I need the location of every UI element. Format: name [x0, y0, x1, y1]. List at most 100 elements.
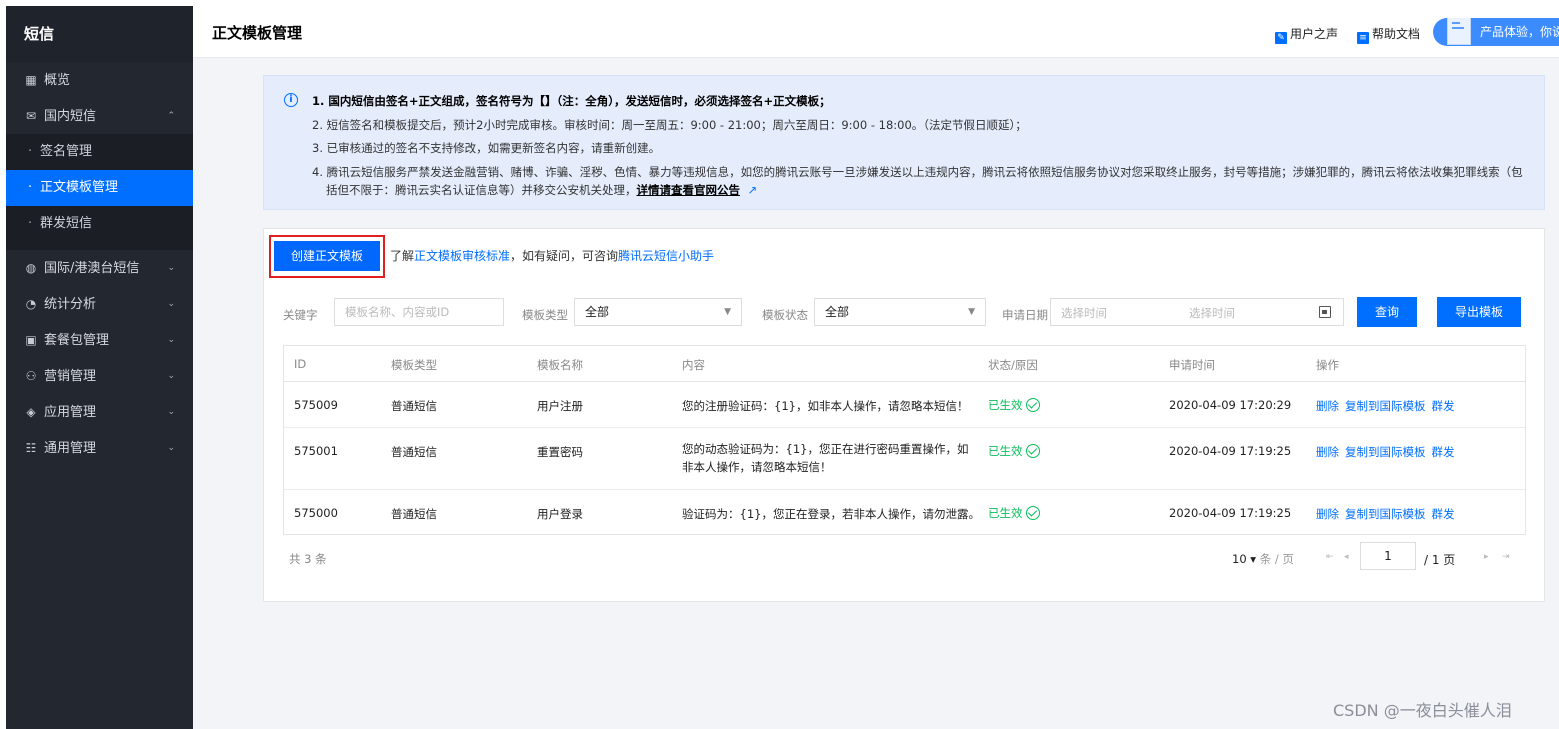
bulk-send-link[interactable]: 群发	[1432, 445, 1455, 459]
prev-page-icon[interactable]: ◂	[1344, 544, 1349, 570]
cell-name: 用户登录	[537, 507, 583, 521]
th-type: 模板类型	[391, 358, 437, 372]
table-header: ID 模板类型 模板名称 内容 状态/原因 申请时间 操作	[284, 346, 1525, 382]
chevron-down-icon: ⌄	[167, 407, 175, 417]
th-time: 申请时间	[1169, 358, 1215, 372]
sidebar-item-apps[interactable]: ◈ 应用管理 ⌄	[6, 394, 193, 430]
th-content: 内容	[682, 358, 705, 372]
info-icon: i	[284, 93, 298, 107]
page-title: 正文模板管理	[212, 24, 303, 42]
template-panel: 创建正文模板 了解正文模板审核标准，如有疑问，可咨询腾讯云短信小助手 关键字 模…	[263, 228, 1545, 602]
cell-actions: 删除 复制到国际模板 群发	[1316, 398, 1461, 414]
users-icon: ⚇	[25, 369, 37, 383]
page-size-select[interactable]: 10 ▾ 条 / 页	[1232, 551, 1294, 567]
help-docs-label: 帮助文档	[1372, 27, 1421, 41]
sidebar-title: 短信	[6, 6, 193, 62]
copy-to-intl-link[interactable]: 复制到国际模板	[1345, 445, 1426, 459]
settings-list-icon: ☷	[25, 441, 37, 455]
status-badge: 已生效	[988, 505, 1040, 521]
bulk-send-link[interactable]: 群发	[1432, 399, 1455, 413]
cell-name: 用户注册	[537, 399, 583, 413]
cell-time: 2020-04-09 17:19:25	[1169, 444, 1292, 458]
sidebar-item-label: 国内短信	[44, 109, 97, 124]
feedback-banner[interactable]: 产品体验，你说	[1433, 18, 1559, 46]
cell-id: 575000	[294, 506, 338, 520]
review-standard-link[interactable]: 正文模板审核标准	[414, 249, 510, 263]
date-end[interactable]: 选择时间	[1189, 305, 1235, 321]
sidebar-item-international-sms[interactable]: ◍ 国际/港澳台短信 ⌄	[6, 250, 193, 286]
check-circle-icon	[1025, 398, 1040, 412]
sidebar-item-template[interactable]: · 正文模板管理	[6, 170, 193, 206]
sidebar-item-label: 应用管理	[44, 405, 97, 420]
chevron-down-icon: ⌄	[167, 299, 175, 309]
status-select[interactable]: 全部 ▼	[814, 298, 986, 326]
sidebar-item-bulk-sms[interactable]: · 群发短信	[6, 206, 193, 242]
delete-link[interactable]: 删除	[1316, 507, 1339, 521]
sidebar-item-label: 正文模板管理	[40, 180, 119, 195]
sidebar: 短信 ▦ 概览 ✉ 国内短信 ⌃ · 签名管理 · 正文模板管理 · 群发短信 ◍ 国际/港…	[6, 6, 193, 729]
hint-pre: 了解	[390, 249, 415, 263]
sidebar-item-general[interactable]: ☷ 通用管理 ⌄	[6, 430, 193, 466]
last-page-icon[interactable]: ⇥	[1502, 544, 1510, 570]
check-circle-icon	[1025, 506, 1040, 520]
user-voice-link[interactable]: ✎ 用户之声	[1275, 25, 1338, 44]
cell-type: 普通短信	[391, 399, 437, 413]
export-button[interactable]: 导出模板	[1437, 297, 1521, 327]
page-number-input[interactable]: 1	[1360, 542, 1416, 570]
next-page-icon[interactable]: ▸	[1484, 544, 1489, 570]
copy-to-intl-link[interactable]: 复制到国际模板	[1345, 507, 1426, 521]
delete-link[interactable]: 删除	[1316, 399, 1339, 413]
sidebar-item-label: 国际/港澳台短信	[44, 261, 140, 276]
chevron-down-icon: ⌄	[167, 371, 175, 381]
hint-text: 了解正文模板审核标准，如有疑问，可咨询腾讯云短信小助手	[390, 247, 714, 264]
status-select-value: 全部	[825, 305, 850, 319]
first-page-icon[interactable]: ⇤	[1326, 544, 1334, 570]
watermark: CSDN @一夜白头催人泪	[1333, 701, 1512, 720]
table-row: 575001 普通短信 重置密码 您的动态验证码为：{1}，您正在进行密码重置操…	[284, 429, 1525, 490]
package-icon: ▣	[25, 333, 37, 347]
sidebar-item-marketing[interactable]: ⚇ 营销管理 ⌄	[6, 358, 193, 394]
help-docs-link[interactable]: ≡ 帮助文档	[1357, 25, 1420, 44]
sidebar-item-domestic-sms[interactable]: ✉ 国内短信 ⌃	[6, 98, 193, 134]
cell-actions: 删除 复制到国际模板 群发	[1316, 444, 1461, 460]
sidebar-item-packages[interactable]: ▣ 套餐包管理 ⌄	[6, 322, 193, 358]
calendar-icon[interactable]	[1319, 306, 1331, 318]
external-link-icon: ↗	[747, 183, 758, 197]
feedback-banner-label: 产品体验，你说	[1480, 25, 1559, 39]
cell-content: 您的注册验证码：{1}，如非本人操作，请忽略本短信！	[682, 399, 969, 413]
globe-icon: ◍	[25, 261, 37, 275]
query-button[interactable]: 查询	[1357, 297, 1417, 327]
status-badge: 已生效	[988, 443, 1040, 459]
sidebar-item-label: 营销管理	[44, 369, 97, 384]
keyword-input[interactable]: 模板名称、内容或ID	[334, 298, 504, 326]
type-select[interactable]: 全部 ▼	[574, 298, 742, 326]
chevron-down-icon: ▼	[968, 307, 975, 317]
sidebar-item-label: 概览	[44, 73, 71, 88]
create-template-button[interactable]: 创建正文模板	[274, 241, 380, 271]
page-total: / 1 页	[1424, 553, 1456, 567]
status-text: 已生效	[988, 506, 1023, 520]
bullet-icon: ·	[28, 180, 33, 195]
th-name: 模板名称	[537, 358, 583, 372]
sidebar-item-overview[interactable]: ▦ 概览	[6, 62, 193, 98]
date-start[interactable]: 选择时间	[1061, 305, 1107, 321]
delete-link[interactable]: 删除	[1316, 445, 1339, 459]
sidebar-item-signature[interactable]: · 签名管理	[6, 134, 193, 170]
chevron-down-icon: ⌄	[167, 263, 175, 273]
notice-box: i 1. 国内短信由签名+正文组成，签名符号为【】（注：全角），发送短信时，必须…	[263, 75, 1545, 210]
date-range-picker[interactable]: 选择时间 选择时间	[1050, 298, 1344, 326]
sidebar-item-label: 群发短信	[40, 216, 93, 231]
sidebar-divider	[6, 242, 193, 250]
sidebar-item-label: 统计分析	[44, 297, 97, 312]
sidebar-item-statistics[interactable]: ◔ 统计分析 ⌄	[6, 286, 193, 322]
bulk-send-link[interactable]: 群发	[1432, 507, 1455, 521]
sms-assistant-link[interactable]: 腾讯云短信小助手	[618, 249, 714, 263]
announcement-link[interactable]: 详情请查看官网公告	[637, 183, 741, 197]
copy-to-intl-link[interactable]: 复制到国际模板	[1345, 399, 1426, 413]
status-label: 模板状态	[762, 308, 808, 322]
status-badge: 已生效	[988, 397, 1040, 413]
template-table: ID 模板类型 模板名称 内容 状态/原因 申请时间 操作 575009 普通短…	[283, 345, 1526, 535]
notice-line-1: 1. 国内短信由签名+正文组成，签名符号为【】（注：全角），发送短信时，必须选择…	[312, 93, 831, 109]
check-circle-icon	[1025, 444, 1040, 458]
type-label: 模板类型	[522, 308, 568, 322]
